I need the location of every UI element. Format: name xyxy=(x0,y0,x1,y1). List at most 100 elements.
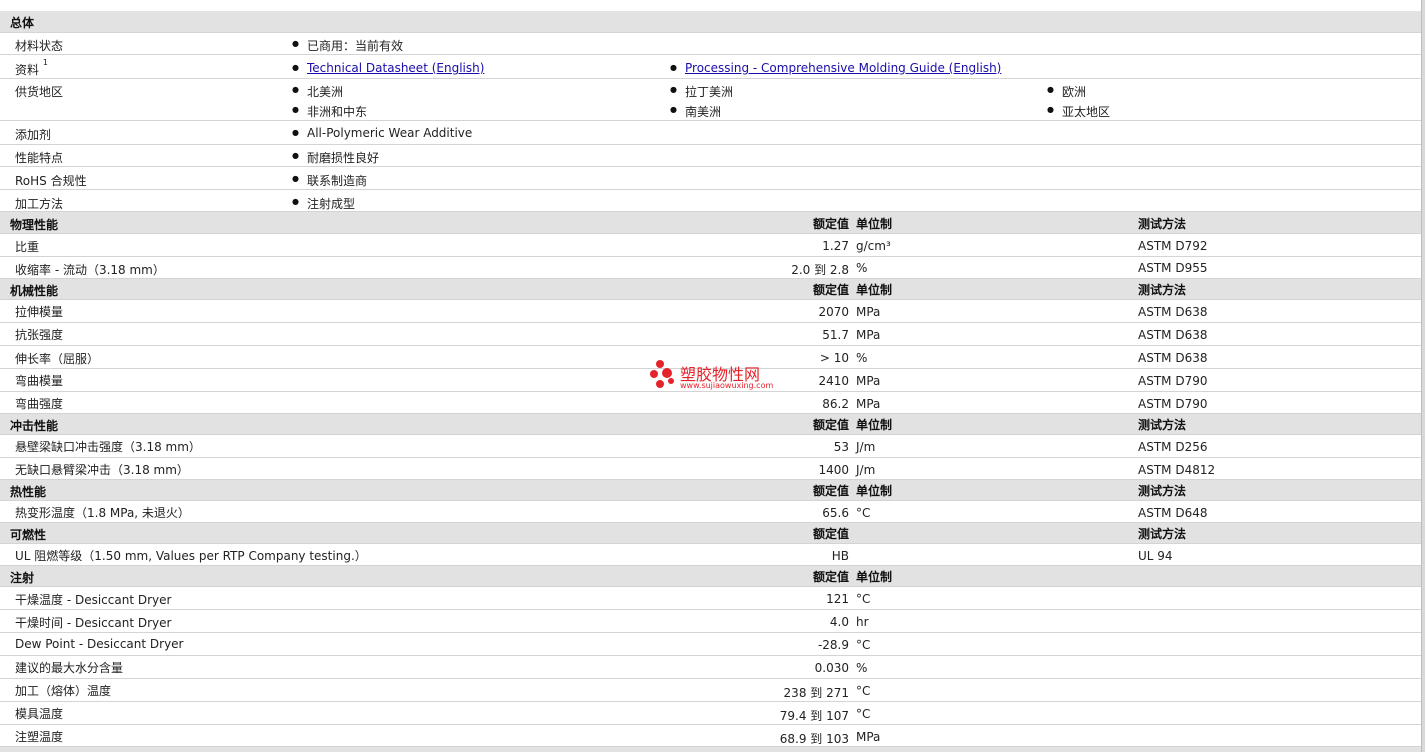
section-header-impact: 冲击性能 额定值 单位制 测试方法 xyxy=(0,414,1421,435)
property-label: 拉伸模量 xyxy=(15,305,64,319)
table-row: 干燥温度 - Desiccant Dryer 121 °C xyxy=(0,587,1421,610)
property-unit: °C xyxy=(856,707,871,721)
table-row: 弯曲强度 86.2 MPa ASTM D790 xyxy=(0,392,1421,414)
property-unit: MPa xyxy=(856,397,881,411)
test-method: ASTM D790 xyxy=(1138,374,1208,388)
column-header-nominal: 额定值 xyxy=(812,570,849,584)
bullet-value: 耐磨损性良好 xyxy=(292,149,379,166)
row-availability: 供货地区 北美洲 拉丁美洲 欧洲 非洲和中东 南美洲 亚太地区 xyxy=(0,79,1421,121)
property-value: 4.0 xyxy=(829,615,849,629)
property-unit: °C xyxy=(856,592,871,606)
test-method: UL 94 xyxy=(1138,549,1173,563)
section-title: 总体 xyxy=(10,16,35,30)
property-value: 2410 xyxy=(818,374,849,388)
watermark-dots-icon xyxy=(650,358,678,394)
column-header-test: 测试方法 xyxy=(1138,217,1187,231)
test-method: ASTM D792 xyxy=(1138,239,1208,253)
test-method: ASTM D648 xyxy=(1138,506,1208,520)
property-unit: % xyxy=(856,661,868,675)
property-value: > 10 xyxy=(819,351,849,365)
test-method: ASTM D256 xyxy=(1138,440,1208,454)
table-row: 无缺口悬臂梁冲击（3.18 mm） 1400 J/m ASTM D4812 xyxy=(0,458,1421,480)
section-header-physical: 物理性能 额定值 单位制 测试方法 xyxy=(0,212,1421,234)
property-label: 弯曲强度 xyxy=(15,397,64,411)
property-unit: g/cm³ xyxy=(856,239,891,253)
section-header-flammability: 可燃性 额定值 测试方法 xyxy=(0,523,1421,544)
region-item: 非洲和中东 xyxy=(292,103,367,120)
property-label: 收缩率 - 流动（3.18 mm） xyxy=(15,263,165,277)
table-row: 收缩率 - 流动（3.18 mm） 2.0 到 2.8 % ASTM D955 xyxy=(0,257,1421,279)
property-unit: MPa xyxy=(856,374,881,388)
table-row: 建议的最大水分含量 0.030 % xyxy=(0,656,1421,679)
row-label: 材料状态 xyxy=(15,39,64,53)
property-unit: J/m xyxy=(856,440,876,454)
region-item: 欧洲 xyxy=(1047,83,1086,100)
property-value: 2.0 到 2.8 xyxy=(791,263,849,277)
region-item: 亚太地区 xyxy=(1047,103,1110,120)
table-row: UL 阻燃等级（1.50 mm, Values per RTP Company … xyxy=(0,544,1421,566)
row-rohs: RoHS 合规性 联系制造商 xyxy=(0,167,1421,190)
footnote-marker: 1 xyxy=(42,58,48,67)
property-label: 加工（熔体）温度 xyxy=(15,684,112,698)
table-row: 干燥时间 - Desiccant Dryer 4.0 hr xyxy=(0,610,1421,633)
datasheet-table: 总体 材料状态 已商用：当前有效 资料 1 Technical Datashee… xyxy=(0,0,1421,752)
row-label: 添加剂 xyxy=(15,128,52,142)
property-unit: hr xyxy=(856,615,869,629)
region-item: 北美洲 xyxy=(292,83,343,100)
row-label: 供货地区 xyxy=(15,85,64,99)
column-header-nominal: 额定值 xyxy=(812,527,849,541)
table-row: 抗张强度 51.7 MPa ASTM D638 xyxy=(0,323,1421,346)
property-label: 热变形温度（1.8 MPa, 未退火） xyxy=(15,506,190,520)
column-header-unit: 单位制 xyxy=(856,418,893,432)
column-header-unit: 单位制 xyxy=(856,283,893,297)
column-header-test: 测试方法 xyxy=(1138,527,1187,541)
bullet-value: 联系制造商 xyxy=(292,172,367,189)
region-item: 南美洲 xyxy=(670,103,721,120)
property-label: 无缺口悬臂梁冲击（3.18 mm） xyxy=(15,463,189,477)
property-label: UL 阻燃等级（1.50 mm, Values per RTP Company … xyxy=(15,549,367,563)
processing-guide-link[interactable]: Processing - Comprehensive Molding Guide… xyxy=(685,61,1001,75)
table-row: Dew Point - Desiccant Dryer -28.9 °C xyxy=(0,633,1421,656)
test-method: ASTM D790 xyxy=(1138,397,1208,411)
bullet-item: Processing - Comprehensive Molding Guide… xyxy=(670,61,1001,75)
row-label: 资料 1 xyxy=(15,58,48,77)
section-title: 可燃性 xyxy=(10,528,47,542)
bullet-item: Technical Datasheet (English) xyxy=(292,61,484,75)
watermark-logo: 塑胶物性网 www.sujiaowuxing.com xyxy=(650,358,790,394)
row-material-status: 材料状态 已商用：当前有效 xyxy=(0,33,1421,55)
column-header-nominal: 额定值 xyxy=(812,217,849,231)
property-value: 68.9 到 103 xyxy=(779,732,849,746)
property-label: 伸长率（屈服） xyxy=(15,352,100,366)
table-row: 热变形温度（1.8 MPa, 未退火） 65.6 °C ASTM D648 xyxy=(0,501,1421,523)
property-value: 2070 xyxy=(818,305,849,319)
technical-datasheet-link[interactable]: Technical Datasheet (English) xyxy=(307,61,484,75)
bullet-value: 注射成型 xyxy=(292,195,355,212)
bullet-value: 已商用：当前有效 xyxy=(292,37,403,54)
section-title: 物理性能 xyxy=(10,218,59,232)
column-header-test: 测试方法 xyxy=(1138,418,1187,432)
table-row: 悬壁梁缺口冲击强度（3.18 mm） 53 J/m ASTM D256 xyxy=(0,435,1421,458)
property-value: 79.4 到 107 xyxy=(779,709,849,723)
column-header-nominal: 额定值 xyxy=(812,418,849,432)
column-header-unit: 单位制 xyxy=(856,570,893,584)
property-value: 1.27 xyxy=(822,239,849,253)
column-header-nominal: 额定值 xyxy=(812,283,849,297)
table-row: 比重 1.27 g/cm³ ASTM D792 xyxy=(0,234,1421,257)
section-title: 冲击性能 xyxy=(10,419,59,433)
column-header-test: 测试方法 xyxy=(1138,484,1187,498)
section-title: 热性能 xyxy=(10,485,47,499)
row-label: 性能特点 xyxy=(15,151,64,165)
property-value: 65.6 xyxy=(822,506,849,520)
property-value: 238 到 271 xyxy=(783,686,849,700)
test-method: ASTM D955 xyxy=(1138,261,1208,275)
property-value: 1400 xyxy=(818,463,849,477)
property-label: Dew Point - Desiccant Dryer xyxy=(15,637,184,651)
column-header-unit: 单位制 xyxy=(856,217,893,231)
property-unit: % xyxy=(856,261,868,275)
property-value: 121 xyxy=(826,592,849,606)
section-header-mechanical: 机械性能 额定值 单位制 测试方法 xyxy=(0,279,1421,300)
property-value: HB xyxy=(831,549,849,563)
table-row: 加工（熔体）温度 238 到 271 °C xyxy=(0,679,1421,702)
region-item: 拉丁美洲 xyxy=(670,83,733,100)
window-edge xyxy=(1421,0,1425,752)
